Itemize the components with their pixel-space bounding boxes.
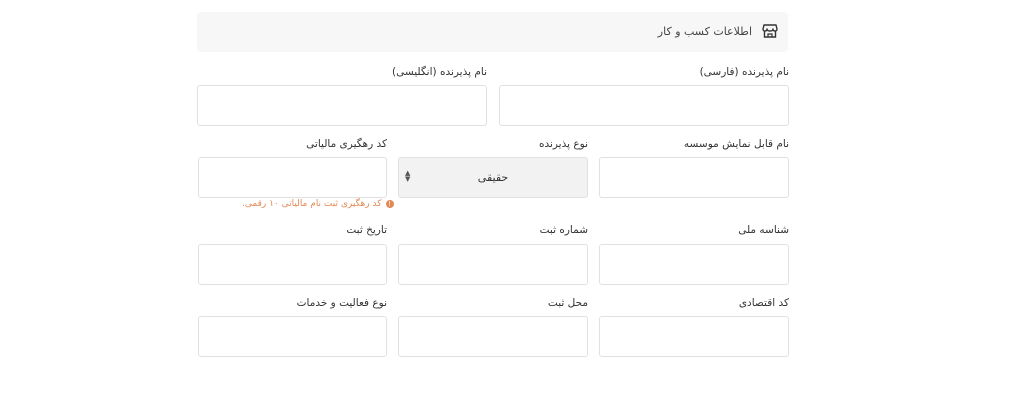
economic-code-input[interactable] [599, 316, 789, 357]
merchant-type-select[interactable]: حقیقی ▲ ▼ [398, 157, 588, 198]
tax-tracking-code-hint: !کد رهگیری ثبت نام مالیاتی ۱۰ رقمی. [242, 199, 394, 209]
info-icon: ! [385, 199, 394, 208]
select-arrows-icon: ▲ ▼ [405, 169, 411, 183]
section-title: اطلاعات کسب و کار [657, 25, 752, 38]
registration-number-input[interactable] [398, 244, 588, 285]
activity-type-label: نوع فعالیت و خدمات [296, 297, 387, 309]
merchant-type-value: حقیقی [477, 171, 509, 184]
merchant-name-en-input[interactable] [197, 85, 487, 126]
merchant-name-fa-label: نام پذیرنده (فارسی) [699, 66, 789, 78]
national-id-label: شناسه ملی [738, 224, 789, 236]
display-name-label: نام قابل نمایش موسسه [683, 138, 789, 150]
registration-place-label: محل ثبت [547, 297, 588, 309]
store-icon [762, 24, 778, 38]
merchant-type-label: نوع پذیرنده [538, 138, 588, 150]
registration-date-label: تاریخ ثبت [346, 224, 387, 236]
registration-place-input[interactable] [398, 316, 588, 357]
activity-type-input[interactable] [198, 316, 387, 357]
registration-number-label: شماره ثبت [539, 224, 588, 236]
hint-text: کد رهگیری ثبت نام مالیاتی ۱۰ رقمی. [242, 199, 382, 209]
tax-tracking-code-input[interactable] [198, 157, 387, 198]
merchant-name-fa-input[interactable] [499, 85, 789, 126]
national-id-input[interactable] [599, 244, 789, 285]
display-name-input[interactable] [599, 157, 789, 198]
merchant-name-en-label: نام پذیرنده (انگلیسی) [392, 66, 487, 78]
registration-date-input[interactable] [198, 244, 387, 285]
section-header: اطلاعات کسب و کار [197, 12, 788, 52]
tax-tracking-code-label: کد رهگیری مالیاتی [306, 138, 387, 150]
economic-code-label: کد اقتصادی [738, 297, 789, 309]
